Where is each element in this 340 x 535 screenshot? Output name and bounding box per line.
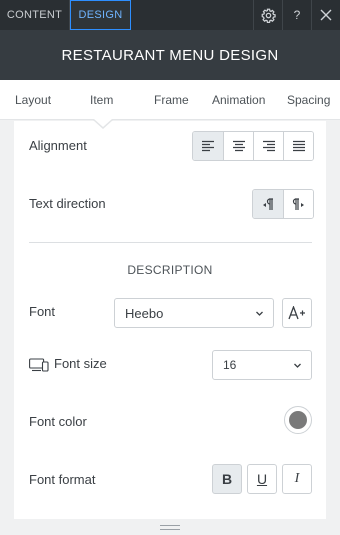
underline-button[interactable]: U: [247, 464, 277, 494]
font-label: Font: [29, 304, 56, 319]
font-size-select[interactable]: 16: [212, 350, 312, 380]
chevron-down-icon: [294, 363, 301, 368]
help-button[interactable]: ?: [282, 0, 311, 30]
ltr-direction-icon: [292, 197, 304, 210]
settings-panel: Alignment Text direction DESCRIPTION Fon…: [14, 121, 326, 519]
align-right-icon: [262, 140, 275, 152]
description-section-title: DESCRIPTION: [127, 263, 213, 277]
align-left-button[interactable]: [193, 132, 223, 160]
alignment-group: [192, 131, 314, 161]
align-justify-button[interactable]: [283, 132, 313, 160]
subtab-bar: Layout Item Frame Animation Spacing: [0, 80, 340, 120]
align-left-icon: [202, 140, 214, 152]
tab-content[interactable]: CONTENT: [0, 0, 70, 30]
tab-layout[interactable]: Layout: [15, 93, 51, 107]
section-divider: [29, 242, 312, 243]
tab-spacing[interactable]: Spacing: [287, 93, 330, 107]
close-button[interactable]: [311, 0, 340, 30]
settings-button[interactable]: [253, 0, 282, 30]
alignment-label: Alignment: [29, 138, 87, 153]
align-right-button[interactable]: [253, 132, 283, 160]
top-bar: CONTENT DESIGN ?: [0, 0, 340, 30]
tab-item[interactable]: Item: [90, 93, 113, 107]
bold-button[interactable]: B: [212, 464, 242, 494]
gear-icon: [261, 8, 276, 23]
tab-animation[interactable]: Animation: [212, 93, 265, 107]
rtl-direction-button[interactable]: [253, 190, 283, 218]
font-select[interactable]: Heebo: [114, 298, 274, 328]
italic-button[interactable]: I: [282, 464, 312, 494]
font-format-label: Font format: [29, 472, 96, 487]
font-size-value: 16: [223, 358, 237, 372]
rtl-direction-icon: [263, 197, 273, 210]
active-tab-pointer: [94, 119, 112, 127]
panel-title: RESTAURANT MENU DESIGN: [61, 46, 279, 64]
text-direction-group: [252, 189, 314, 219]
help-icon: ?: [293, 8, 301, 22]
resize-handle[interactable]: [160, 525, 180, 530]
tab-frame[interactable]: Frame: [154, 93, 189, 107]
font-color-label: Font color: [29, 414, 87, 429]
text-direction-label: Text direction: [29, 196, 106, 211]
ltr-direction-button[interactable]: [283, 190, 313, 218]
color-swatch: [289, 411, 307, 429]
close-icon: [320, 9, 332, 21]
align-center-button[interactable]: [223, 132, 253, 160]
font-size-label: Font size: [54, 356, 107, 371]
font-upload-button[interactable]: [282, 298, 312, 328]
align-center-icon: [232, 140, 245, 152]
panel-title-bar: RESTAURANT MENU DESIGN: [0, 30, 340, 80]
desktop-mobile-icon: [29, 358, 49, 372]
font-color-picker[interactable]: [284, 406, 312, 434]
font-value: Heebo: [125, 305, 164, 321]
chevron-down-icon: [256, 311, 263, 316]
align-justify-icon: [292, 140, 305, 152]
add-font-icon: [288, 306, 305, 320]
tab-design[interactable]: DESIGN: [70, 0, 131, 30]
